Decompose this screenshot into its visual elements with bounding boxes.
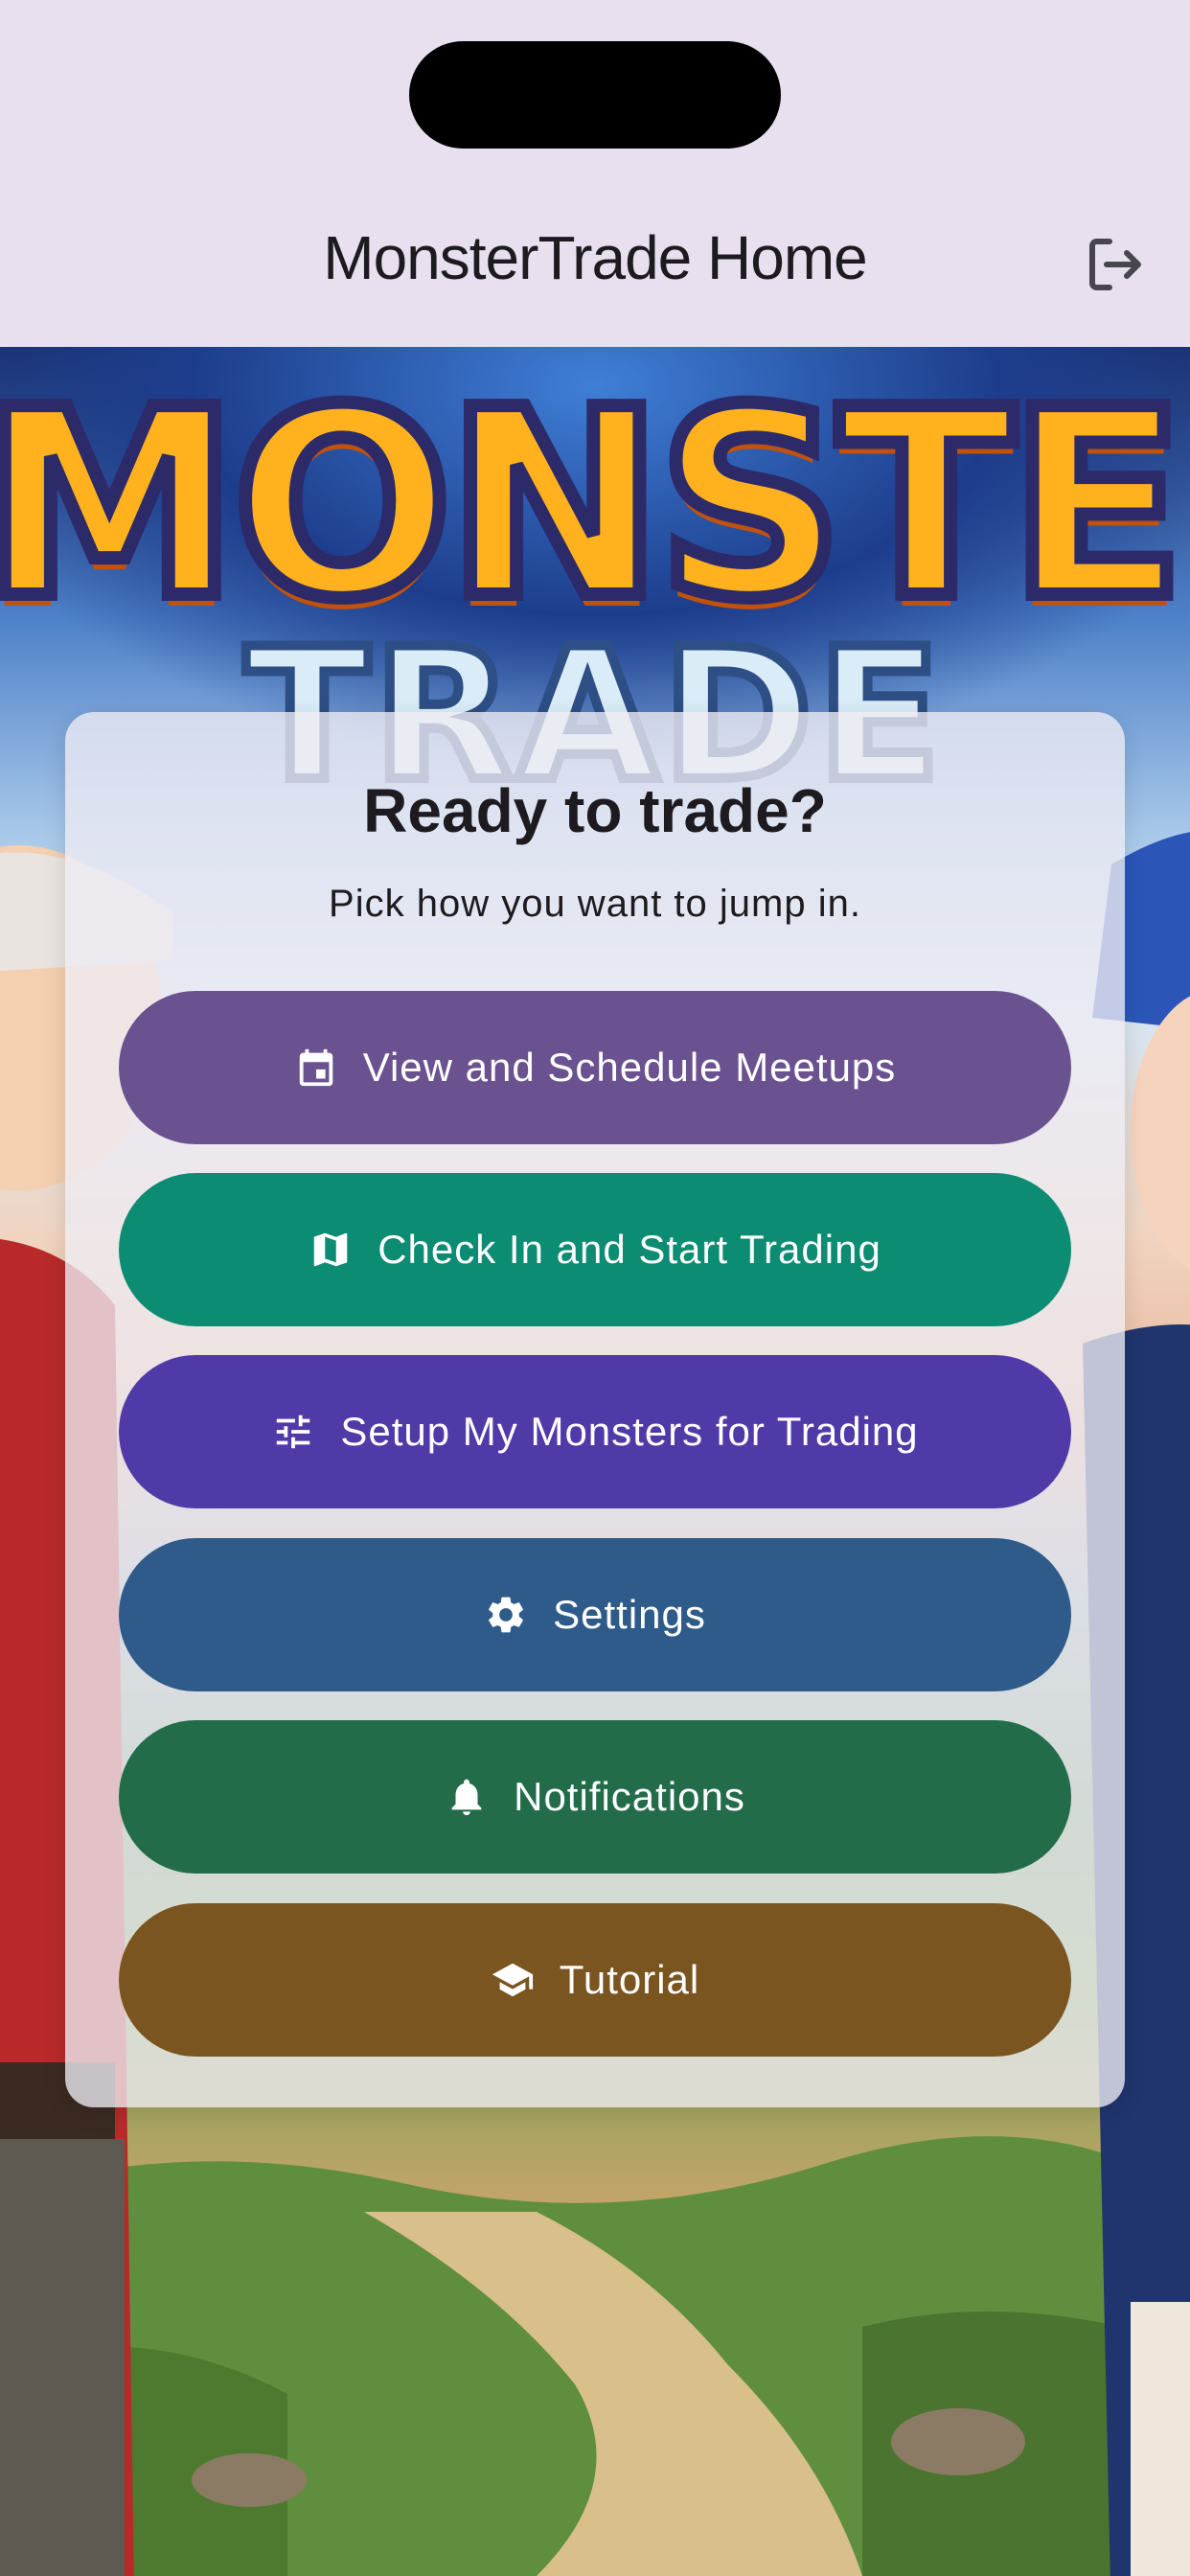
tune-sliders-icon <box>271 1410 315 1454</box>
map-icon <box>309 1228 353 1272</box>
button-label: View and Schedule Meetups <box>362 1045 897 1090</box>
button-label: Notifications <box>514 1774 745 1819</box>
graduation-cap-icon <box>491 1958 535 2002</box>
logout-button[interactable] <box>1081 230 1150 299</box>
home-screen: MONSTER TRADE MonsterTrade Home Ready to… <box>0 0 1190 2576</box>
notifications-button[interactable]: Notifications <box>119 1720 1071 1874</box>
button-label: Setup My Monsters for Trading <box>340 1409 919 1454</box>
settings-button[interactable]: Settings <box>119 1538 1071 1691</box>
logo-monster-text: MONSTER <box>0 354 1190 656</box>
page-title: MonsterTrade Home <box>323 223 868 292</box>
app-bar: MonsterTrade Home <box>0 0 1190 347</box>
logout-icon <box>1089 239 1141 290</box>
card-title: Ready to trade? <box>363 776 827 845</box>
check-in-start-trading-button[interactable]: Check In and Start Trading <box>119 1173 1071 1326</box>
view-schedule-meetups-button[interactable]: View and Schedule Meetups <box>119 991 1071 1144</box>
card-subtitle: Pick how you want to jump in. <box>329 883 861 925</box>
button-label: Check In and Start Trading <box>378 1227 881 1272</box>
calendar-icon <box>294 1046 338 1090</box>
setup-monsters-button[interactable]: Setup My Monsters for Trading <box>119 1355 1071 1508</box>
gear-icon <box>484 1593 528 1637</box>
button-label: Settings <box>553 1592 706 1637</box>
action-card: Ready to trade? Pick how you want to jum… <box>65 712 1125 2107</box>
device-notch <box>409 41 781 149</box>
bell-icon <box>445 1775 489 1819</box>
button-label: Tutorial <box>559 1957 700 2002</box>
tutorial-button[interactable]: Tutorial <box>119 1903 1071 2057</box>
